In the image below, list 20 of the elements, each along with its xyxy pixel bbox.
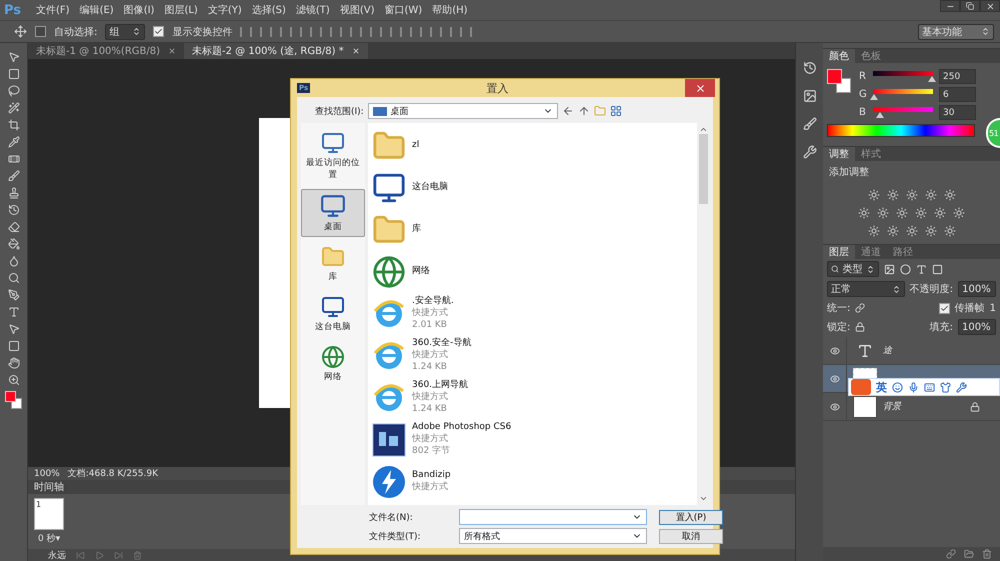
document-size: 文档:468.8 K/255.9K — [68, 468, 158, 480]
look-in-label: 查找范围(I): — [315, 106, 364, 118]
filename-label: 文件名(N): — [369, 512, 414, 524]
propagate-label: 传播帧 — [954, 302, 985, 315]
channel-label: B — [859, 107, 867, 118]
zoom-level: 100% — [34, 468, 60, 478]
dialog-title: 置入 — [486, 80, 509, 96]
filetype-label: 文件类型(T): — [369, 530, 422, 542]
unify-label: 统一: — [827, 302, 850, 315]
app-logo: Ps — [4, 2, 22, 18]
show-transform-label: 显示变换控件 — [172, 26, 232, 38]
lock-label: 锁定: — [827, 320, 850, 334]
fill-label: 填充: — [930, 320, 953, 334]
channel-label: G — [859, 89, 867, 100]
auto-select-label: 自动选择: — [54, 26, 98, 38]
opacity-label: 不透明度: — [910, 282, 954, 296]
propagate-count: 1 — [990, 302, 996, 314]
adjustments-heading: 添加调整 — [828, 166, 870, 180]
channel-label: R — [859, 71, 867, 82]
timeline-title: 时间轴 — [34, 480, 64, 494]
